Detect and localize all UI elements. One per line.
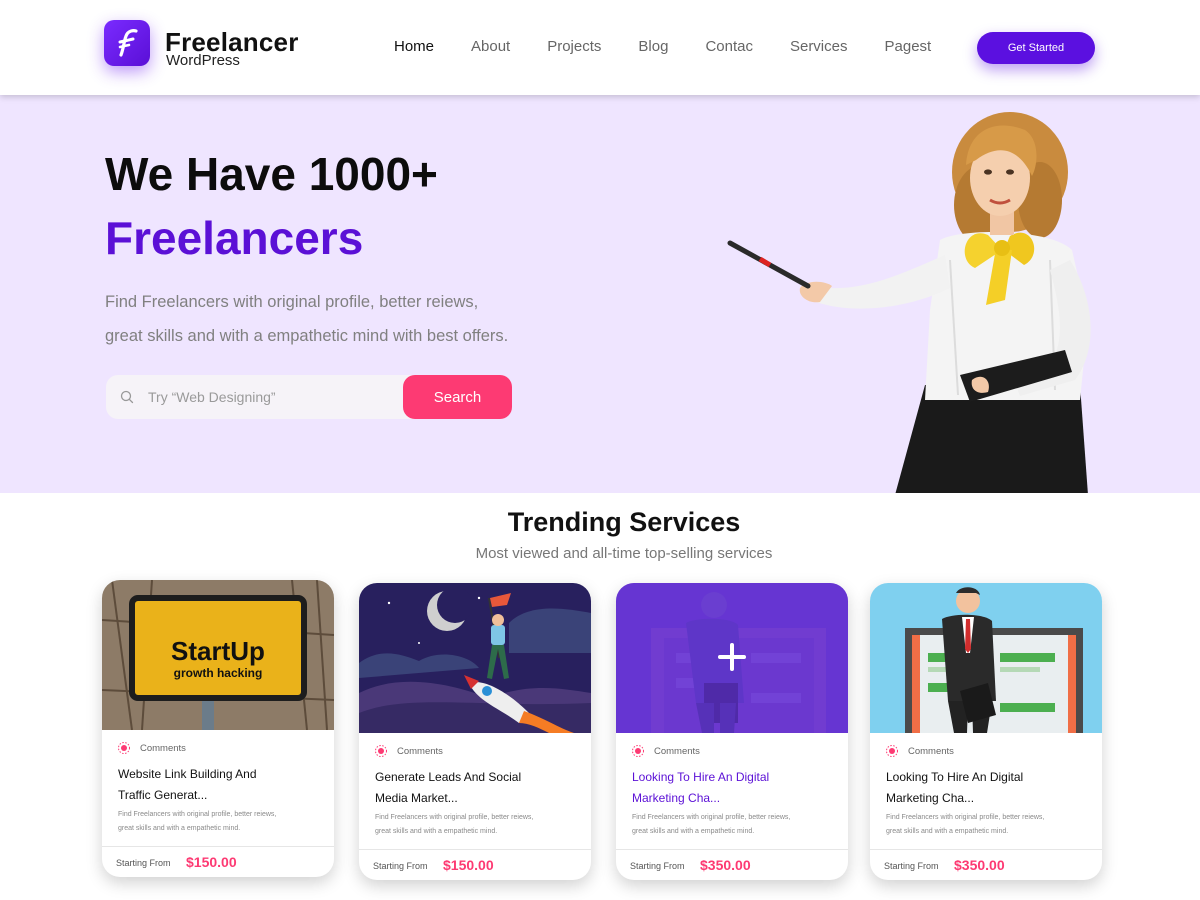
card-title-line2[interactable]: Marketing Cha... — [886, 788, 1086, 809]
main-nav: Home About Projects Blog Contac Services… — [394, 38, 968, 55]
card-title[interactable]: Website Link Building And Traffic Genera… — [118, 764, 318, 806]
card-desc-line1: Find Freelancers with original profile, … — [118, 811, 277, 818]
card-description: Find Freelancers with original profile, … — [118, 808, 328, 836]
card-desc-line2: great skills and with a empathetic mind. — [375, 828, 498, 835]
card-description: Find Freelancers with original profile, … — [632, 811, 842, 839]
card-title-line1[interactable]: Website Link Building And — [118, 764, 318, 785]
card-category: Comments — [375, 745, 443, 757]
category-star-icon — [632, 745, 644, 757]
card-image — [359, 583, 591, 733]
card-title-line1[interactable]: Looking To Hire An Digital — [632, 767, 832, 788]
card-desc-line2: great skills and with a empathetic mind. — [632, 828, 755, 835]
search-button[interactable]: Search — [403, 375, 512, 419]
card-price-label: Starting From — [630, 861, 685, 871]
startup-sign-image: StartUp growth hacking — [102, 580, 334, 730]
hero-desc-line2: great skills and with a empathetic mind … — [105, 327, 509, 345]
nav-home[interactable]: Home — [394, 38, 434, 55]
card-desc-line1: Find Freelancers with original profile, … — [632, 814, 791, 821]
logo-icon[interactable] — [104, 20, 150, 66]
card-title[interactable]: Looking To Hire An Digital Marketing Cha… — [886, 767, 1086, 809]
nav-about[interactable]: About — [471, 38, 510, 55]
card-divider — [359, 849, 591, 850]
site-header: Freelancer WordPress Home About Projects… — [0, 0, 1200, 95]
card-title-line1[interactable]: Generate Leads And Social — [375, 767, 575, 788]
card-price: $350.00 — [954, 857, 1005, 873]
card-desc-line1: Find Freelancers with original profile, … — [375, 814, 534, 821]
nav-blog[interactable]: Blog — [638, 38, 668, 55]
nav-pages[interactable]: Pagest — [885, 38, 932, 55]
card-title-line2[interactable]: Marketing Cha... — [632, 788, 832, 809]
hero-title-line2: Freelancers — [105, 212, 364, 264]
card-desc-line1: Find Freelancers with original profile, … — [886, 814, 1045, 821]
hero-woman-illustration — [727, 112, 1091, 493]
businessman-blue-image — [870, 583, 1102, 733]
service-card[interactable]: Comments Generate Leads And Social Media… — [359, 583, 591, 880]
card-category-label: Comments — [397, 745, 443, 757]
search-icon — [120, 390, 134, 404]
nav-projects[interactable]: Projects — [547, 38, 601, 55]
trending-title: Trending Services — [507, 507, 741, 537]
card-divider — [616, 849, 848, 850]
nav-services[interactable]: Services — [790, 38, 848, 55]
search-bar: Search — [106, 375, 512, 419]
card-category: Comments — [886, 745, 954, 757]
hero-description: Find Freelancers with original profile, … — [105, 285, 625, 353]
card-category: Comments — [118, 742, 186, 754]
card-desc-line2: great skills and with a empathetic mind. — [886, 828, 1009, 835]
nav-contact[interactable]: Contac — [705, 38, 753, 55]
hero-section: We Have 1000+ Freelancers Find Freelance… — [0, 95, 1200, 493]
card-category-label: Comments — [654, 745, 700, 757]
trending-subtitle: Most viewed and all-time top-selling ser… — [475, 545, 773, 562]
service-card[interactable]: Comments Looking To Hire An Digital Mark… — [616, 583, 848, 880]
card-price: $150.00 — [186, 854, 237, 870]
card-price-label: Starting From — [373, 861, 428, 871]
sign-text-growth: growth hacking — [174, 666, 263, 680]
card-price: $350.00 — [700, 857, 751, 873]
card-category: Comments — [632, 745, 700, 757]
card-description: Find Freelancers with original profile, … — [375, 811, 585, 839]
card-category-label: Comments — [908, 745, 954, 757]
card-title-line2[interactable]: Media Market... — [375, 788, 575, 809]
card-price-label: Starting From — [116, 858, 171, 868]
category-star-icon — [886, 745, 898, 757]
card-divider — [102, 846, 334, 847]
card-description: Find Freelancers with original profile, … — [886, 811, 1096, 839]
service-card[interactable]: StartUp growth hacking Comments Website … — [102, 580, 334, 877]
hero-desc-line1: Find Freelancers with original profile, … — [105, 293, 479, 311]
category-star-icon — [118, 742, 130, 754]
card-image: StartUp growth hacking — [102, 580, 334, 730]
rocket-moon-image — [359, 583, 591, 733]
card-price: $150.00 — [443, 857, 494, 873]
card-title[interactable]: Looking To Hire An Digital Marketing Cha… — [632, 767, 832, 809]
f-logo-icon — [118, 29, 138, 57]
card-title-line2[interactable]: Traffic Generat... — [118, 785, 318, 806]
card-image — [616, 583, 848, 733]
brand-subtitle: WordPress — [166, 52, 240, 69]
card-divider — [870, 849, 1102, 850]
card-image — [870, 583, 1102, 733]
category-star-icon — [375, 745, 387, 757]
card-price-label: Starting From — [884, 861, 939, 871]
sign-text-startup: StartUp — [171, 636, 265, 666]
card-title[interactable]: Generate Leads And Social Media Market..… — [375, 767, 575, 809]
hero-title-line1: We Have 1000+ — [105, 148, 438, 200]
card-desc-line2: great skills and with a empathetic mind. — [118, 825, 241, 832]
search-input[interactable] — [148, 385, 398, 409]
card-title-line1[interactable]: Looking To Hire An Digital — [886, 767, 1086, 788]
card-category-label: Comments — [140, 742, 186, 754]
businessman-purple-image — [616, 583, 848, 733]
service-card[interactable]: Comments Looking To Hire An Digital Mark… — [870, 583, 1102, 880]
get-started-button[interactable]: Get Started — [977, 32, 1095, 64]
